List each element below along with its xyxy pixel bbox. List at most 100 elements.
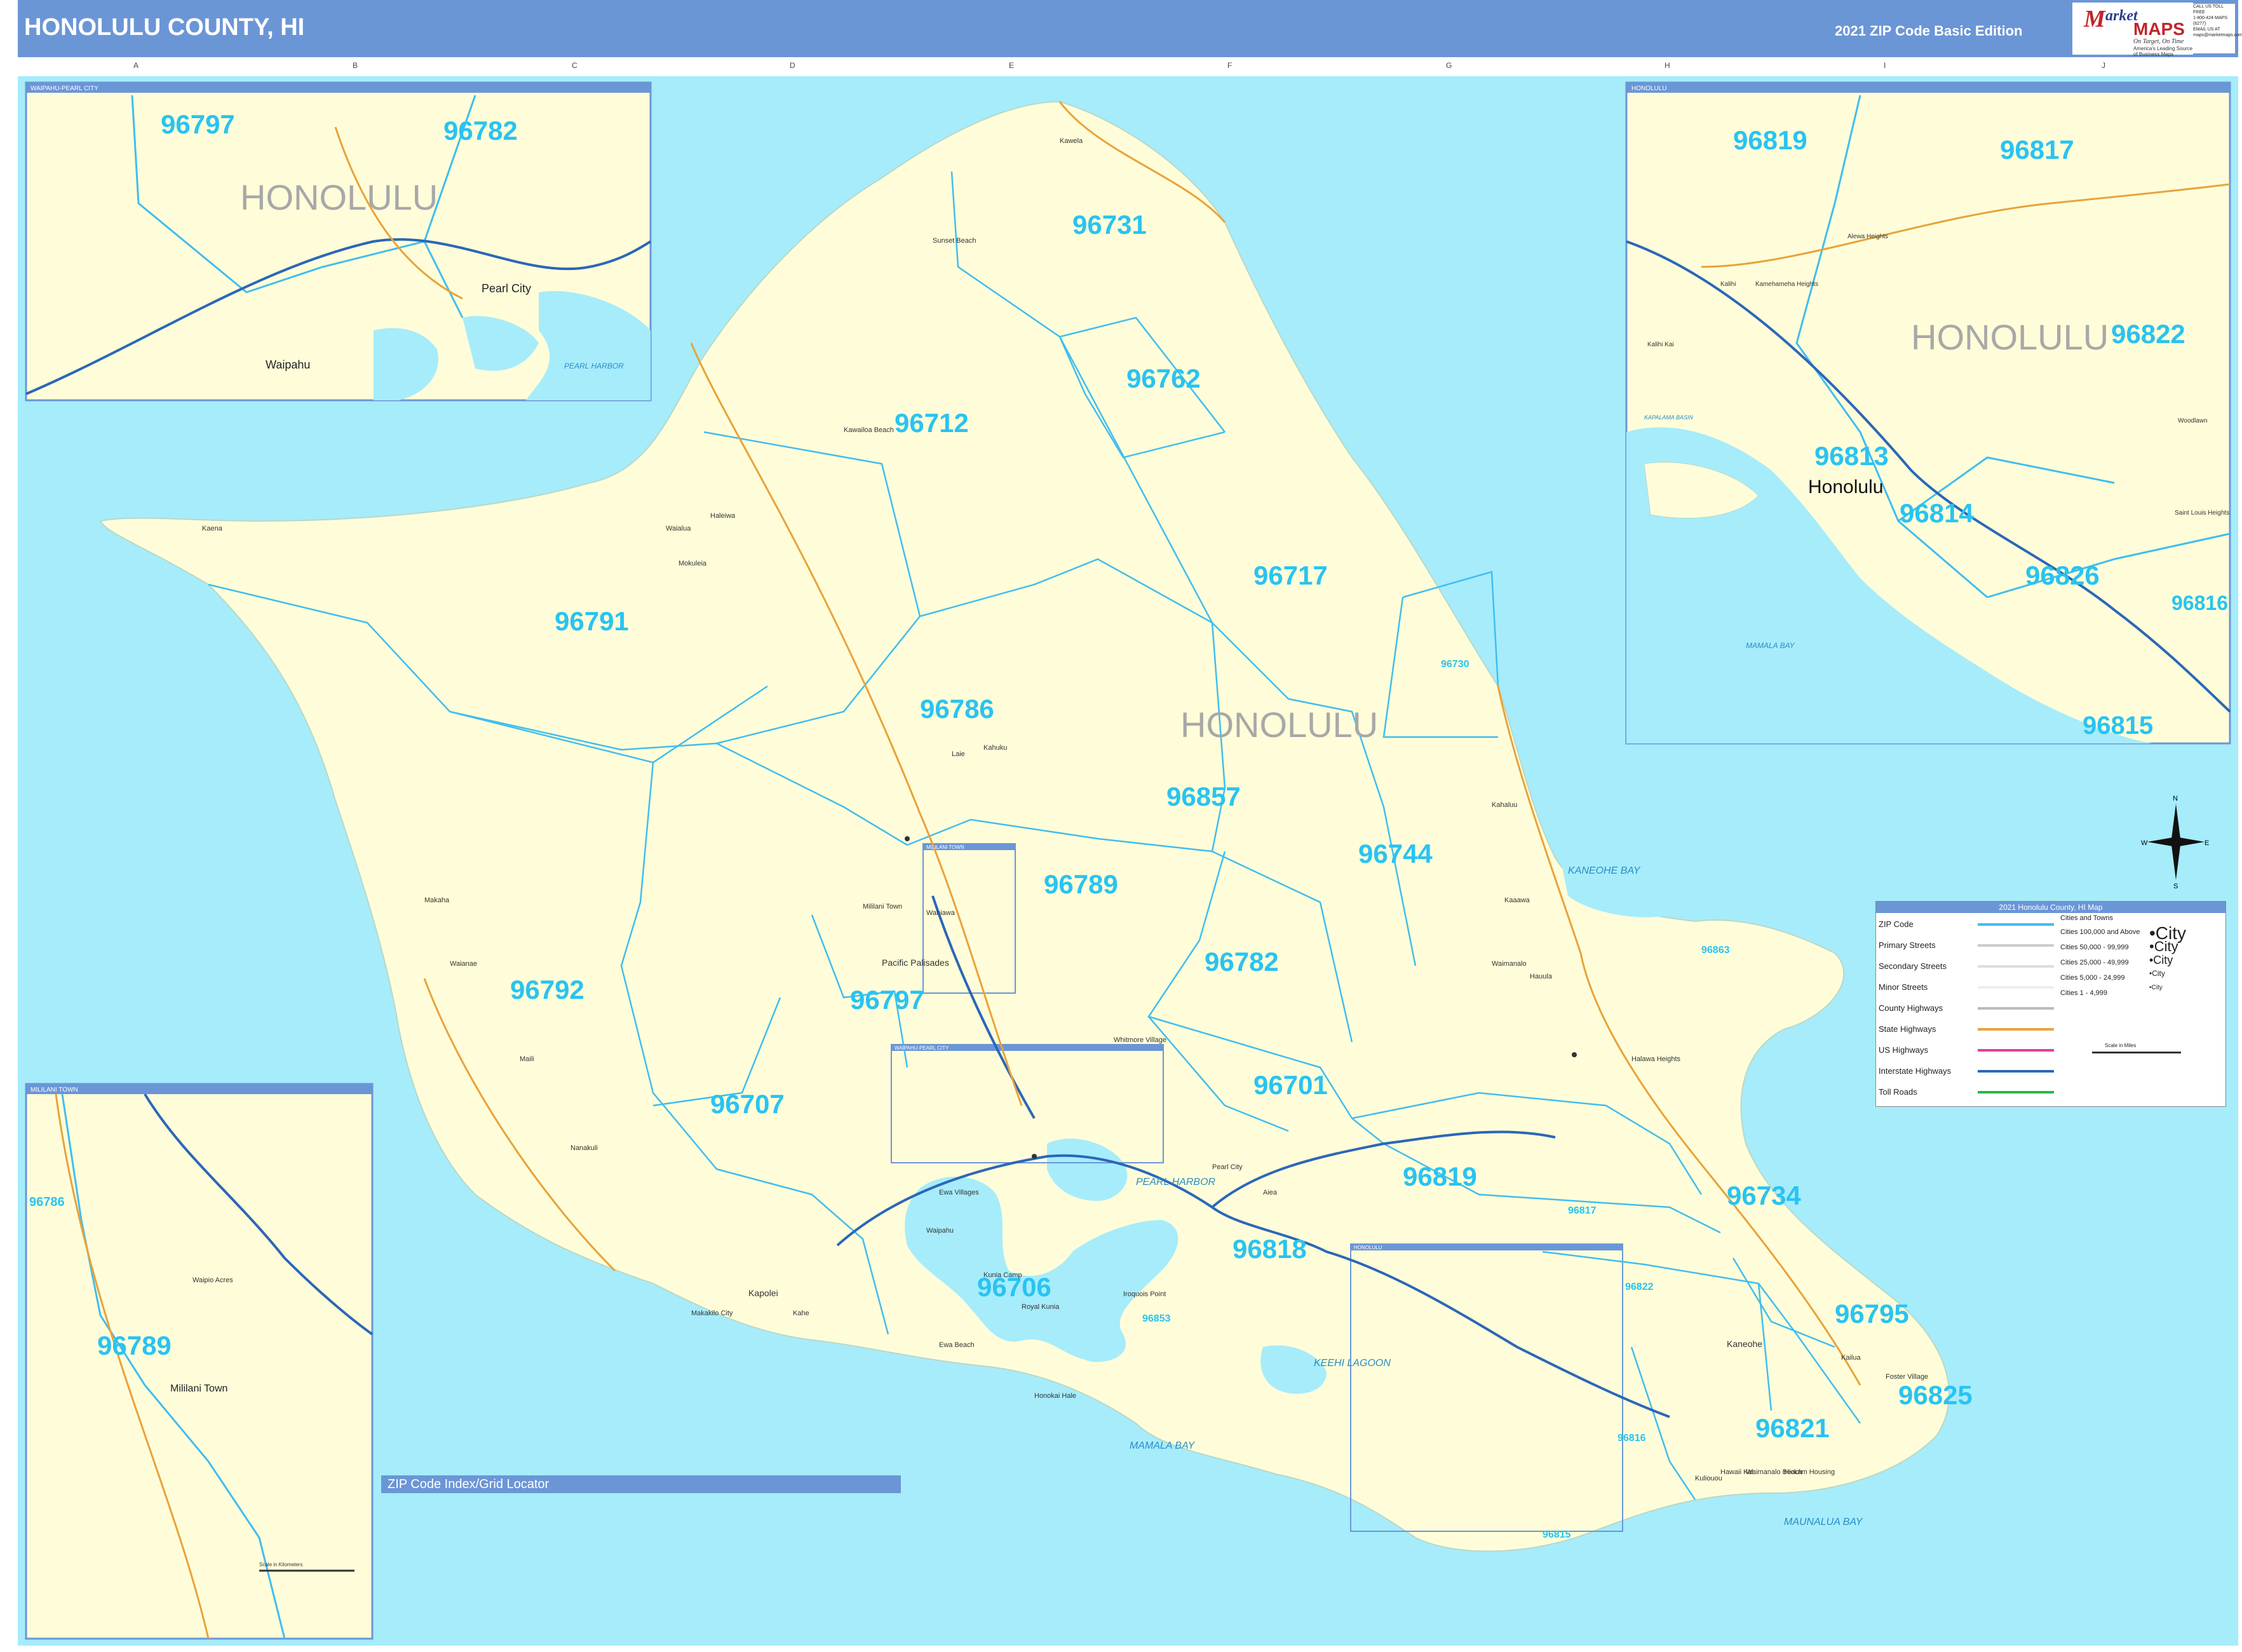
county-map: 96731 96762 96712 96717 96730 96791 96786 96857… <box>18 76 2238 1646</box>
contact-line: 1-800-424-MAPS (6277) <box>2193 16 2228 26</box>
legend-swatch <box>1978 1049 2054 1052</box>
place-label: Makakilo City <box>691 1310 733 1317</box>
place-label: Aiea <box>1263 1189 1278 1196</box>
place-label: Waialua <box>666 525 691 532</box>
inset-honolulu-place-alewa: Alewa Heights <box>1847 233 1888 240</box>
zip-label: 96717 <box>1253 560 1328 590</box>
place-label: Royal Kunia <box>1022 1303 1060 1311</box>
place-label: Waimanalo <box>1492 960 1527 968</box>
inset-waipahu-pearl-city: WAIPAHU-PEARL CITY 96797 96782 HONOLULU … <box>25 81 652 402</box>
place-label: Kaneohe <box>1727 1339 1762 1349</box>
place-label: Kapolei <box>748 1288 778 1298</box>
place-label: Kahe <box>793 1310 809 1317</box>
place-label: Mililani Town <box>863 903 902 911</box>
grid-column-label: I <box>1884 61 1886 70</box>
place-label: Hawaii Kai <box>1720 1468 1753 1476</box>
legend-item: US Highways <box>1879 1045 1929 1055</box>
inset-honolulu-basin: KAPALAMA BASIN <box>1644 414 1694 421</box>
place-label: Waipahu <box>926 1227 954 1235</box>
inset-frame-honolulu-header <box>1351 1244 1623 1250</box>
legend-city-class: Cities 5,000 - 24,999 <box>2060 974 2125 982</box>
legend-city-sample: •City <box>2149 984 2163 991</box>
zip-label: 96730 <box>1441 659 1469 670</box>
inset-waipahu-zip-96797: 96797 <box>161 109 235 139</box>
legend-swatch <box>1978 1091 2054 1093</box>
map-title: HONOLULU COUNTY, HI <box>24 14 305 41</box>
legend-swatch <box>1978 944 2054 947</box>
place-label: Nanakuli <box>571 1144 598 1152</box>
legend-scale-label: Scale in Miles <box>2105 1043 2137 1048</box>
legend-city-class: Cities 25,000 - 49,999 <box>2060 959 2129 966</box>
inset-honolulu-zip-96813: 96813 <box>1814 441 1889 471</box>
zip-label: 96853 <box>1142 1313 1171 1324</box>
legend-swatch <box>1978 1028 2054 1031</box>
legend-item: Toll Roads <box>1879 1087 1917 1097</box>
compass-s: S <box>2173 883 2178 890</box>
water-label: KEEHI LAGOON <box>1314 1358 1391 1369</box>
inset-frame-title-honolulu: HONOLULU <box>1354 1245 1382 1250</box>
zip-label: 96791 <box>555 606 629 636</box>
place-label: Wahiawa <box>926 909 956 917</box>
place-label: Waianae <box>450 960 477 968</box>
place-label: Kaaawa <box>1504 897 1530 904</box>
inset-honolulu-zip-96817: 96817 <box>2000 135 2074 165</box>
legend-cities-title: Cities and Towns <box>2060 914 2113 922</box>
place-label: Halawa Heights <box>1631 1055 1681 1063</box>
place-label: Mokuleia <box>679 560 707 567</box>
inset-honolulu-water: MAMALA BAY <box>1746 641 1795 650</box>
logo-tagline: On Target, On Time <box>2133 38 2184 45</box>
inset-mililani-town: MILILANI TOWN 96786 96789 Waipio Acres M… <box>25 1083 374 1640</box>
inset-frame-title-mililani: MILILANI TOWN <box>926 844 964 850</box>
zip-label: 96707 <box>710 1089 785 1119</box>
compass-south-point <box>2171 842 2180 880</box>
compass-east-point <box>2176 837 2205 846</box>
zip-label: 96786 <box>920 694 994 724</box>
legend-city-sample: •City <box>2149 969 2165 978</box>
zip-label: 96762 <box>1126 363 1201 393</box>
legend-swatch <box>1978 986 2054 989</box>
zip-label: 96825 <box>1898 1380 1973 1410</box>
zip-label: 96734 <box>1727 1181 1801 1210</box>
map-edition: 2021 ZIP Code Basic Edition <box>1835 23 2023 39</box>
place-label: Waimanalo Beach <box>1746 1468 1802 1476</box>
zip-label: 96701 <box>1253 1070 1328 1100</box>
inset-waipahu-zip-96782: 96782 <box>443 116 518 146</box>
inset-honolulu-zip-96815: 96815 <box>2083 712 2153 740</box>
grid-column-label: E <box>1009 61 1015 70</box>
place-label: Maili <box>520 1055 534 1063</box>
place-label: Honokai Hale <box>1034 1392 1076 1400</box>
map-legend: 2021 Honolulu County, HI Map Cities and … <box>1875 901 2226 1107</box>
compass-west-point <box>2147 837 2176 846</box>
place-label: Kuliouou <box>1695 1475 1722 1482</box>
zip-label: 96821 <box>1755 1413 1830 1443</box>
inset-honolulu-zip-96814: 96814 <box>1900 498 1974 528</box>
county-label: HONOLULU <box>1180 705 1378 745</box>
place-label: Ewa Beach <box>939 1341 975 1349</box>
legend-scale-bar <box>2092 1052 2181 1053</box>
inset-honolulu-zip-96819: 96819 <box>1733 125 1807 155</box>
compass-e: E <box>2205 839 2209 847</box>
inset-honolulu-place-kalihi-kai: Kalihi Kai <box>1647 341 1674 348</box>
legend-city-sample: •City <box>2149 954 2173 966</box>
zip-label: 96782 <box>1205 947 1279 977</box>
place-label: Makaha <box>424 897 450 904</box>
contact-line: maps@marketmaps.com <box>2193 33 2242 37</box>
inset-waipahu-water: PEARL HARBOR <box>564 362 624 370</box>
water-label: MAMALA BAY <box>1130 1440 1196 1451</box>
logo-subtagline: America's Leading Source of Business Map… <box>2133 46 2193 57</box>
place-label: Pearl City <box>1212 1163 1243 1171</box>
legend-item: Primary Streets <box>1879 940 1936 950</box>
zip-label: 96815 <box>1543 1529 1571 1540</box>
legend-item: Interstate Highways <box>1879 1066 1952 1076</box>
place-label: Hauula <box>1530 973 1553 980</box>
grid-column-label: G <box>1446 61 1452 70</box>
inset-honolulu: HONOLULU 96819 96817 96822 96813 96814 9… <box>1625 81 2231 745</box>
inset-honolulu-place-honolulu: Honolulu <box>1808 477 1883 498</box>
zip-label: 96822 <box>1625 1282 1654 1292</box>
inset-mililani-zip-96789: 96789 <box>97 1330 172 1360</box>
inset-mililani-title: MILILANI TOWN <box>30 1087 78 1093</box>
zip-code-index-bar: ZIP Code Index/Grid Locator <box>381 1475 901 1493</box>
compass-icon <box>2171 804 2180 842</box>
zip-label: 96789 <box>1044 869 1118 899</box>
place-label: Whitmore Village <box>1114 1036 1166 1044</box>
